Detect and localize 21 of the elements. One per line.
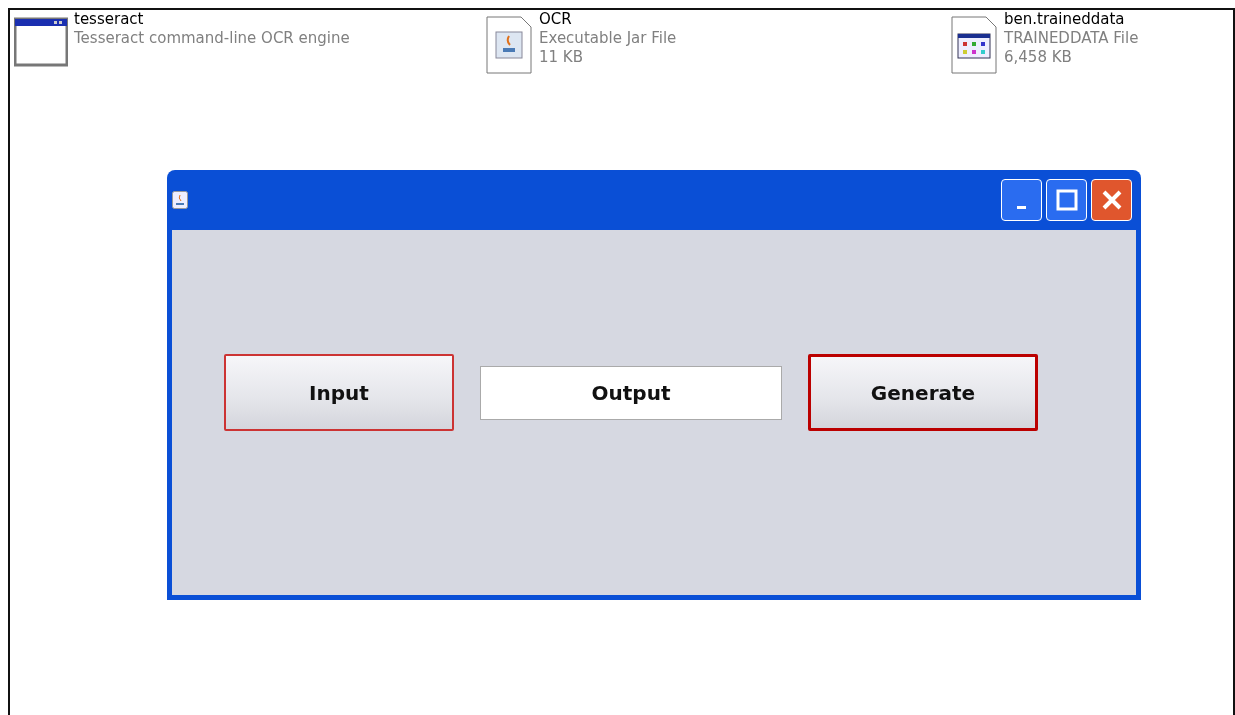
file-info: Executable Jar File: [539, 29, 677, 48]
file-name[interactable]: tesseract: [74, 10, 350, 29]
output-field[interactable]: Output: [480, 365, 782, 420]
input-button[interactable]: Input: [224, 354, 454, 431]
maximize-button[interactable]: [1046, 179, 1087, 221]
file-info: 11 KB: [539, 48, 584, 67]
minimize-icon: [1017, 205, 1026, 209]
java-app-icon: [172, 191, 188, 209]
maximize-icon: [1055, 189, 1078, 211]
file-info: Tesseract command-line OCR engine: [74, 29, 350, 48]
minimize-button[interactable]: [1001, 179, 1042, 221]
generate-button[interactable]: Generate: [808, 354, 1038, 431]
file-info: TRAINEDDATA File: [1004, 29, 1139, 48]
java-file-icon: [485, 16, 533, 74]
close-icon: [1100, 189, 1123, 211]
file-name[interactable]: ben.traineddata: [1004, 10, 1139, 29]
close-button[interactable]: [1091, 179, 1132, 221]
file-info: 6,458 KB: [1004, 48, 1073, 67]
file-name[interactable]: OCR: [539, 10, 677, 29]
window-icon: [14, 16, 68, 70]
document-icon: [950, 16, 998, 74]
